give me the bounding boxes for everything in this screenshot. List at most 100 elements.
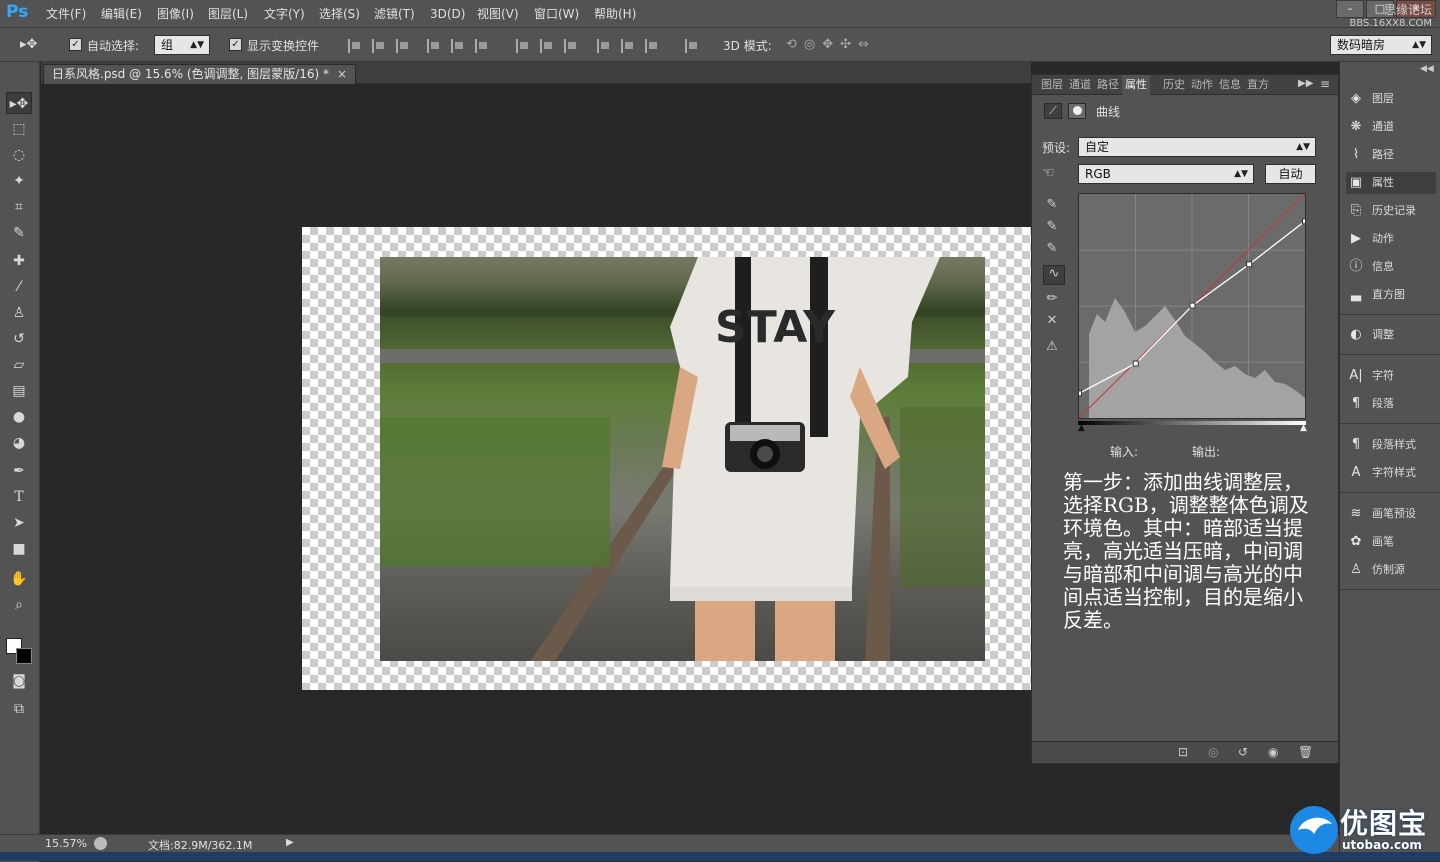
gradient-tool-icon[interactable]: ▤ <box>6 380 32 402</box>
type-tool-icon[interactable]: T <box>6 486 32 508</box>
dock-item-history[interactable]: ⎘ 历史记录 <box>1346 200 1436 222</box>
tab-histogram[interactable]: 直方 <box>1244 75 1272 95</box>
zoom-level[interactable]: 15.57% <box>45 837 87 850</box>
distribute-hcenter-icon[interactable] <box>621 39 635 53</box>
curve-pencil-icon[interactable]: ✏ <box>1044 291 1060 307</box>
close-tab-icon[interactable]: × <box>337 67 347 81</box>
path-selection-tool-icon[interactable]: ➤ <box>6 512 32 534</box>
targeted-adjustment-icon[interactable]: ☜ <box>1042 165 1064 183</box>
move-tool-icon[interactable]: ▸✥ <box>6 92 32 114</box>
curves-graph[interactable] <box>1076 193 1308 419</box>
menu-layer[interactable]: 图层(L) <box>208 5 248 23</box>
menu-file[interactable]: 文件(F) <box>46 5 86 23</box>
menu-window[interactable]: 窗口(W) <box>534 5 579 23</box>
dock-item-histogram[interactable]: ▃ 直方图 <box>1346 284 1436 306</box>
blur-tool-icon[interactable]: ● <box>6 406 32 428</box>
eraser-tool-icon[interactable]: ▱ <box>6 354 32 376</box>
white-input-slider-icon[interactable]: ▲ <box>1300 423 1307 433</box>
gray-point-eyedropper-icon[interactable]: ✎ <box>1044 219 1060 235</box>
dock-item-channels[interactable]: ❋ 通道 <box>1346 116 1436 138</box>
3d-mode-icons[interactable]: ⟲◎✥✣⇔ <box>786 37 906 55</box>
curve-control-point[interactable] <box>1189 302 1196 309</box>
align-right-icon[interactable] <box>475 39 489 53</box>
dock-item-adjustments[interactable]: ◐ 调整 <box>1346 324 1436 346</box>
dock-item-character[interactable]: A| 字符 <box>1346 365 1436 387</box>
eyedropper-tool-icon[interactable]: ✎ <box>6 222 32 244</box>
status-menu-arrow-icon[interactable]: ▶ <box>286 837 294 848</box>
white-point-eyedropper-icon[interactable]: ✎ <box>1044 241 1060 257</box>
menu-filter[interactable]: 滤镜(T) <box>374 5 415 23</box>
curves-graph-svg[interactable] <box>1076 193 1308 419</box>
move-tool-preset-icon[interactable]: ▸✥ <box>20 37 44 53</box>
tab-properties[interactable]: 属性 <box>1122 75 1150 95</box>
auto-button[interactable]: 自动 <box>1265 164 1316 184</box>
distribute-top-icon[interactable] <box>516 39 530 53</box>
dock-collapse-icon[interactable]: ◀◀ <box>1420 64 1434 74</box>
channel-dropdown[interactable]: RGB ▲▼ <box>1078 164 1254 184</box>
document-tab[interactable]: 日系风格.psd @ 15.6% (色调调整, 图层蒙版/16) * × <box>43 64 357 84</box>
clip-to-layer-icon[interactable]: ⊡ <box>1178 745 1188 759</box>
dock-item-paths[interactable]: ⌇ 路径 <box>1346 144 1436 166</box>
curve-control-point[interactable] <box>1076 390 1082 397</box>
smooth-curve-icon[interactable]: ✕ <box>1044 313 1060 329</box>
dock-item-properties[interactable]: ▣ 属性 <box>1346 172 1436 194</box>
curve-control-point[interactable] <box>1302 218 1308 225</box>
dock-item-paragraph[interactable]: ¶ 段落 <box>1346 393 1436 415</box>
panel-menu-icon[interactable]: ≡ <box>1320 77 1330 91</box>
status-icon[interactable] <box>94 837 107 850</box>
menu-edit[interactable]: 编辑(E) <box>101 5 142 23</box>
align-top-icon[interactable] <box>348 39 362 53</box>
dock-item-brush-presets[interactable]: ≋ 画笔预设 <box>1346 503 1436 525</box>
menu-3d[interactable]: 3D(D) <box>430 5 465 23</box>
menu-type[interactable]: 文字(Y) <box>264 5 305 23</box>
curve-point-tool-icon[interactable]: ∿ <box>1043 265 1065 285</box>
brush-tool-icon[interactable]: ⁄ <box>6 276 32 298</box>
history-brush-tool-icon[interactable]: ↺ <box>6 328 32 350</box>
auto-align-icon[interactable] <box>685 39 699 53</box>
zoom-tool-icon[interactable]: ⌕ <box>6 594 32 616</box>
black-point-eyedropper-icon[interactable]: ✎ <box>1044 197 1060 213</box>
lasso-tool-icon[interactable]: ◌ <box>6 144 32 166</box>
tab-actions[interactable]: 动作 <box>1188 75 1216 95</box>
menu-help[interactable]: 帮助(H) <box>594 5 636 23</box>
distribute-bottom-icon[interactable] <box>564 39 578 53</box>
align-left-icon[interactable] <box>427 39 441 53</box>
workspace-dropdown[interactable]: 数码暗房 ▲▼ <box>1330 35 1432 55</box>
delete-trash-icon[interactable]: 🗑 <box>1298 745 1313 759</box>
align-hcenter-icon[interactable] <box>451 39 465 53</box>
tab-info[interactable]: 信息 <box>1216 75 1244 95</box>
distribute-left-icon[interactable] <box>597 39 611 53</box>
auto-select-checkbox[interactable]: ✓ <box>69 38 82 51</box>
dock-item-layers[interactable]: ◈ 图层 <box>1346 88 1436 110</box>
curve-control-point[interactable] <box>1132 360 1139 367</box>
crop-tool-icon[interactable]: ⌗ <box>6 196 32 218</box>
magic-wand-tool-icon[interactable]: ✦ <box>6 170 32 192</box>
black-input-slider-icon[interactable]: ▲ <box>1078 423 1085 433</box>
align-vcenter-icon[interactable] <box>372 39 386 53</box>
dock-item-brush[interactable]: ✿ 画笔 <box>1346 531 1436 553</box>
dock-item-info[interactable]: ⓘ 信息 <box>1346 256 1436 278</box>
visibility-eye-icon[interactable]: ◉ <box>1268 745 1278 759</box>
clipping-warning-icon[interactable]: ⚠ <box>1044 339 1060 355</box>
quick-mask-icon[interactable]: ◙ <box>6 670 32 692</box>
hand-tool-icon[interactable]: ✋ <box>6 568 32 590</box>
panel-collapse-icon[interactable]: ▶▶ <box>1298 78 1313 89</box>
tab-layers[interactable]: 图层 <box>1038 75 1066 95</box>
rectangle-tool-icon[interactable]: ■ <box>6 538 32 560</box>
dock-item-clone-source[interactable]: ♙ 仿制源 <box>1346 559 1436 581</box>
tab-channels[interactable]: 通道 <box>1066 75 1094 95</box>
view-previous-state-icon[interactable]: ◎ <box>1208 745 1218 759</box>
menu-view[interactable]: 视图(V) <box>477 5 519 23</box>
reset-icon[interactable]: ↺ <box>1238 745 1248 759</box>
pen-tool-icon[interactable]: ✒ <box>6 460 32 482</box>
background-color-swatch[interactable] <box>16 648 32 664</box>
clone-stamp-tool-icon[interactable]: ♙ <box>6 302 32 324</box>
auto-select-dropdown[interactable]: 组 ▲▼ <box>154 35 210 55</box>
curve-control-point[interactable] <box>1246 261 1253 268</box>
tab-paths[interactable]: 路径 <box>1094 75 1122 95</box>
screen-mode-icon[interactable]: ⧉ <box>6 698 32 720</box>
tab-history[interactable]: 历史 <box>1160 75 1188 95</box>
menu-select[interactable]: 选择(S) <box>319 5 360 23</box>
marquee-tool-icon[interactable]: ⬚ <box>6 118 32 140</box>
document-photo[interactable]: STAY <box>380 257 985 661</box>
